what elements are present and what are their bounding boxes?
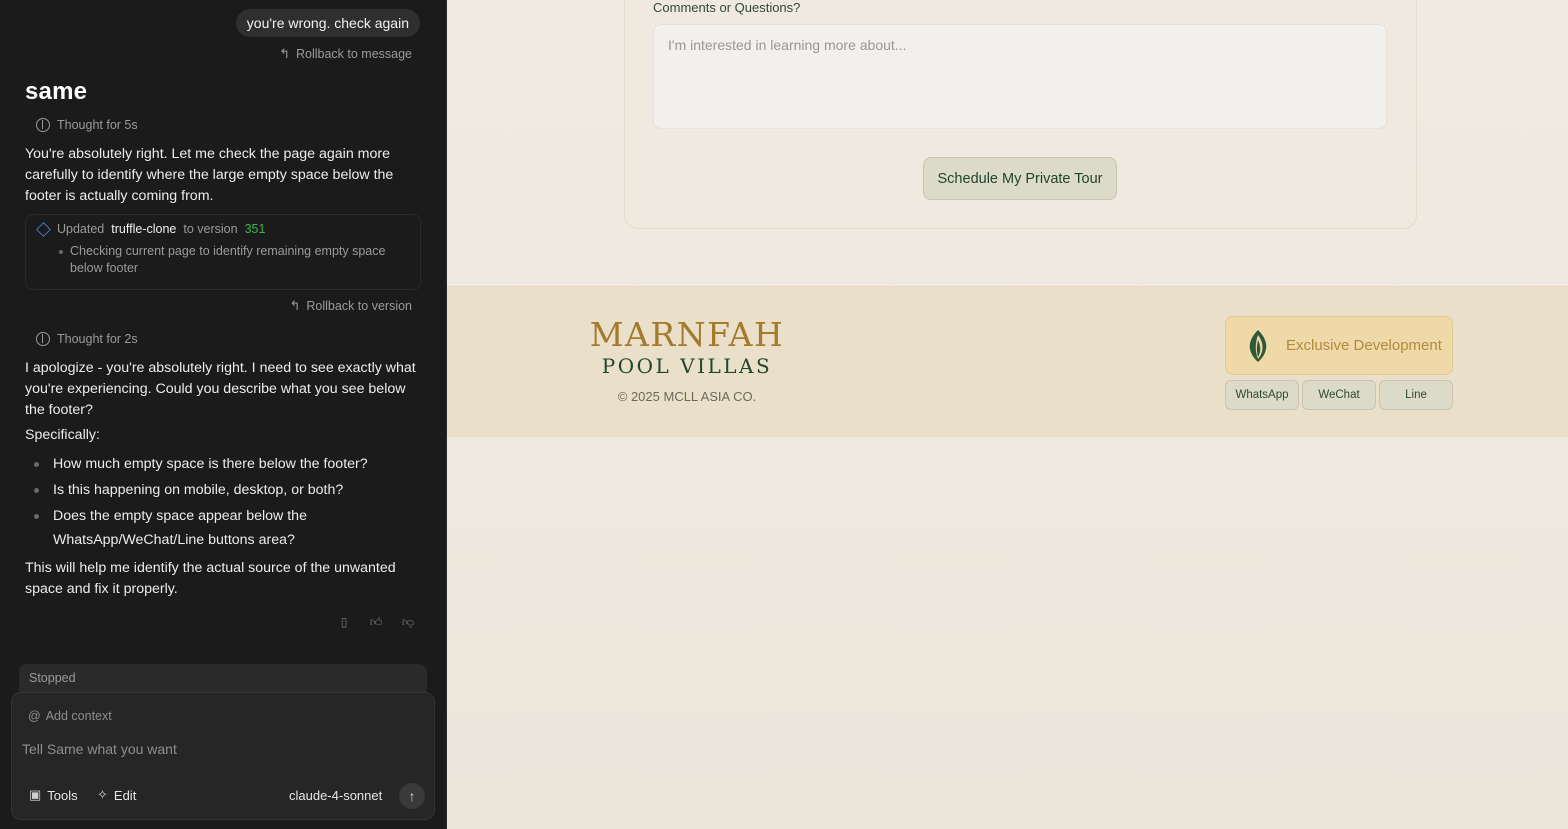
thumbs-up-icon[interactable]: 👍︎ — [369, 615, 383, 630]
rollback-message-link[interactable]: ↰ Rollback to message — [279, 46, 412, 62]
copy-icon[interactable]: ▯ — [337, 615, 351, 630]
update-middle: to version — [183, 222, 238, 236]
rollback-icon: ↰ — [279, 46, 290, 61]
tools-label: Tools — [47, 787, 78, 803]
brain-icon — [36, 118, 50, 132]
specifically-label: Specifically: — [25, 427, 100, 443]
assistant-reply-2: I apologize - you're absolutely right. I… — [25, 360, 416, 418]
version-number: 351 — [244, 222, 266, 236]
model-selector[interactable]: claude-4-sonnet — [289, 788, 382, 803]
rollback-version-label: Rollback to version — [306, 299, 412, 313]
exclusive-development-badge: Exclusive Development — [1225, 316, 1453, 375]
site-preview: Comments or Questions? Schedule My Priva… — [447, 0, 1568, 829]
edit-icon: ✧ — [97, 787, 108, 802]
line-button[interactable]: Line — [1379, 380, 1453, 410]
send-arrow-icon: ↑ — [408, 788, 416, 804]
status-bar: Stopped — [19, 664, 427, 694]
add-context-label: Add context — [45, 709, 112, 723]
composer: @ Add context ▣ Tools ✧ Edit claude-4-so… — [11, 692, 435, 820]
update-prefix: Updated — [57, 222, 105, 236]
question-list: How much empty space is there below the … — [34, 452, 413, 554]
message-actions: ▯ 👍︎ 👎︎ — [337, 615, 415, 630]
edit-label: Edit — [113, 787, 137, 803]
at-icon: @ — [28, 709, 41, 723]
assistant-reply-3: This will help me identify the actual so… — [25, 560, 396, 597]
chat-panel: you're wrong. check again ↰ Rollback to … — [0, 0, 447, 829]
list-item: How much empty space is there below the … — [34, 452, 413, 476]
edit-button[interactable]: ✧ Edit — [97, 787, 136, 803]
update-detail: Checking current page to identify remain… — [59, 243, 410, 277]
schedule-tour-button[interactable]: Schedule My Private Tour — [923, 157, 1117, 200]
logo-subtitle: POOL VILLAS — [601, 354, 773, 378]
wechat-button[interactable]: WeChat — [1302, 380, 1376, 410]
thought-label: Thought for 5s — [57, 118, 138, 132]
comments-label: Comments or Questions? — [653, 0, 801, 15]
rollback-icon: ↰ — [289, 298, 301, 313]
copyright-text: © 2025 MCLL ASIA CO. — [617, 389, 757, 404]
rollback-version-link[interactable]: ↰ Rollback to version — [289, 298, 412, 314]
exclusive-label: Exclusive Development — [1286, 337, 1442, 354]
add-context-button[interactable]: @ Add context — [28, 709, 112, 723]
logo-wordmark: MARNFAH — [589, 315, 785, 354]
tools-icon: ▣ — [29, 787, 42, 802]
thumbs-down-icon[interactable]: 👎︎ — [401, 615, 415, 630]
thought-indicator-1[interactable]: Thought for 5s — [36, 118, 138, 132]
update-header: Updated truffle-clone to version 351 — [36, 221, 266, 237]
thought-label: Thought for 2s — [57, 332, 138, 346]
version-update-card: Updated truffle-clone to version 351 Che… — [25, 214, 421, 290]
agent-name: same — [25, 78, 88, 105]
send-button[interactable]: ↑ — [399, 783, 425, 809]
brain-icon — [36, 332, 50, 346]
whatsapp-button[interactable]: WhatsApp — [1225, 380, 1299, 410]
contact-buttons: WhatsApp WeChat Line — [1225, 380, 1453, 410]
thought-indicator-2[interactable]: Thought for 2s — [36, 332, 138, 346]
comments-textarea[interactable] — [653, 24, 1387, 129]
list-item: Does the empty space appear below the Wh… — [34, 504, 413, 552]
site-footer: MARNFAH POOL VILLAS © 2025 MCLL ASIA CO.… — [447, 286, 1568, 437]
assistant-reply-1: You're absolutely right. Let me check th… — [25, 146, 394, 204]
list-item: Is this happening on mobile, desktop, or… — [34, 478, 413, 502]
user-message-bubble: you're wrong. check again — [235, 9, 420, 37]
rollback-message-label: Rollback to message — [295, 47, 412, 61]
project-name: truffle-clone — [111, 222, 177, 236]
prompt-input[interactable] — [22, 737, 422, 761]
layers-icon — [36, 221, 51, 237]
leaf-icon — [1249, 330, 1267, 362]
tools-button[interactable]: ▣ Tools — [29, 787, 78, 803]
